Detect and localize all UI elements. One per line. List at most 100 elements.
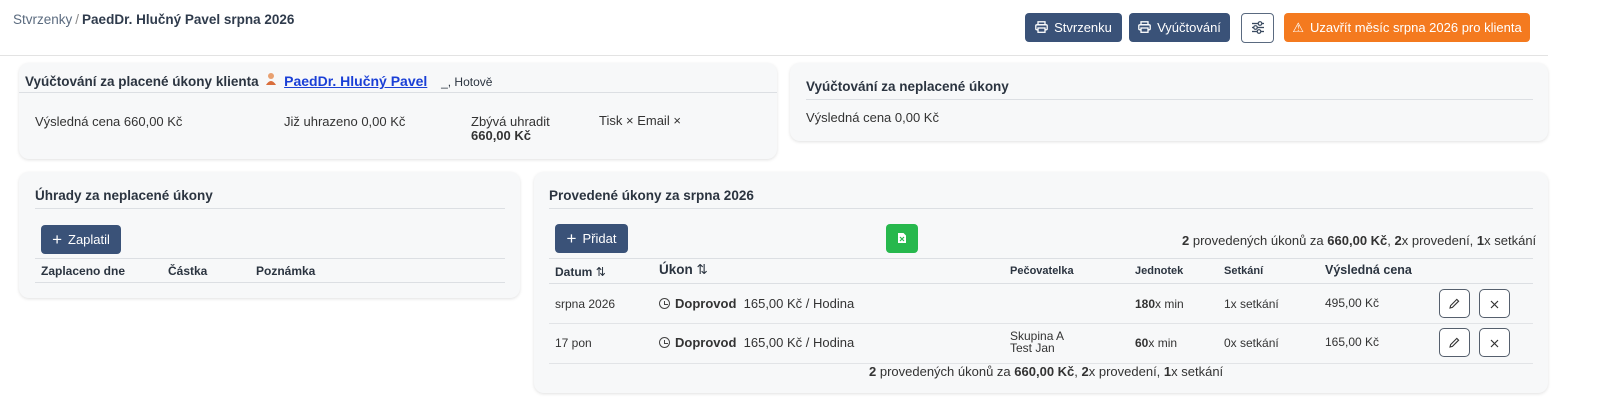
row-service-name: Doprovod [675,296,737,311]
sort-icon[interactable]: ⇅ [596,265,606,279]
remaining-label: Zbývá uhradit [471,114,550,129]
summary-performed: 2 [1394,233,1402,248]
add-service-label: Přidat [582,231,617,246]
edit-button[interactable] [1439,328,1470,357]
print-billing-button[interactable]: Vyúčtování [1129,13,1230,42]
summary-price: 660,00 Kč [1014,364,1075,379]
row-units-unit: x min [1148,336,1178,350]
paid-billing-title: Vyúčtování za placené úkony klienta Paed… [25,72,492,89]
payments-title: Úhrady za neplacené úkony [35,188,213,203]
column-header-total: Výsledná cena [1325,263,1412,277]
delete-button[interactable] [1479,289,1510,318]
email-option[interactable]: Email [637,113,670,128]
summary-text: provedených úkonů za [876,364,1015,379]
settings-button[interactable] [1241,13,1274,43]
payments-card: Úhrady za neplacené úkony + Zaplatil Zap… [19,172,520,298]
row-total: 495,00 Kč [1325,296,1380,310]
unpaid-billing-card: Vyúčtování za neplacené úkony Výsledná c… [790,63,1548,141]
column-header-date-label: Datum [555,265,593,279]
column-header-service[interactable]: Úkon ⇅ [659,262,708,278]
divider [19,92,777,93]
close-month-button[interactable]: ⚠ Uzavřít měsíc srpna 2026 pro klienta [1284,13,1530,42]
column-header-meetings: Setkání [1224,265,1264,277]
paid-billing-title-text: Vyúčtování za placené úkony klienta [25,74,259,89]
breadcrumb-link-receipts[interactable]: Stvrzenky [13,12,72,27]
summary-text: x provedení, [1401,233,1477,248]
breadcrumb: Stvrzenky / PaedDr. Hlučný Pavel srpna 202… [13,12,294,27]
row-service: Doprovod 165,00 Kč / Hodina [659,335,854,350]
print-billing-label: Vyúčtování [1157,20,1221,35]
services-summary-bottom: 2 provedených úkonů za 660,00 Kč, 2x pro… [869,364,1223,379]
spreadsheet-icon [897,232,907,246]
row-units: 180x min [1135,297,1184,311]
plus-icon: + [566,229,577,248]
pencil-icon [1449,336,1460,350]
edit-button[interactable] [1439,289,1470,318]
export-excel-button[interactable] [886,224,918,253]
add-payment-label: Zaplatil [68,232,110,247]
table-divider [35,282,505,283]
table-divider [35,258,505,259]
payment-type: _, Hotově [441,75,493,89]
row-units-number: 60 [1135,336,1149,350]
divider [806,99,1533,100]
row-service: Doprovod 165,00 Kč / Hodina [659,296,854,311]
client-name-link[interactable]: PaedDr. Hlučný Pavel [284,73,427,89]
clock-icon [659,337,670,348]
row-units-unit: x min [1155,297,1184,311]
close-icon [1490,297,1499,311]
row-service-rate: 165,00 Kč / Hodina [743,296,855,311]
printer-icon [1138,20,1151,35]
paid-billing-card: Vyúčtování za placené úkony klienta Paed… [19,63,777,159]
summary-text: x setkání [1484,233,1537,248]
add-payment-button[interactable]: + Zaplatil [41,225,121,254]
sliders-icon [1251,20,1265,36]
export-options: Tisk × Email × [599,113,681,128]
row-meetings: 1x setkání [1224,297,1279,311]
column-header-service-label: Úkon [659,262,693,277]
summary-text: , [1074,364,1082,379]
row-date: srpna 2026 [555,297,616,311]
plus-icon: + [52,230,62,249]
breadcrumb-current: PaedDr. Hlučný Pavel srpna 2026 [82,12,295,27]
summary-price: 660,00 Kč [1327,233,1388,248]
print-remove-icon[interactable]: × [626,113,634,128]
row-caregiver-2: Test Jan [1010,341,1055,355]
row-units-number: 180 [1135,297,1156,311]
table-row: 17 pon Doprovod 165,00 Kč / Hodina Skupi… [549,324,1533,364]
services-card: Provedené úkony za srpna 2026 + Přidat 2… [534,172,1548,393]
printer-icon [1035,20,1048,35]
column-header-note: Poznámka [256,264,316,278]
breadcrumb-separator: / [75,12,80,27]
paid-already-paid: Již uhrazeno 0,00 Kč [284,114,406,129]
person-icon [264,72,278,89]
unpaid-billing-title: Vyúčtování za neplacené úkony [806,79,1009,94]
clock-icon [659,298,670,309]
print-receipt-button[interactable]: Stvrzenku [1025,13,1122,42]
services-title: Provedené úkony za srpna 2026 [549,188,754,203]
top-bar: Stvrzenky / PaedDr. Hlučný Pavel srpna 202… [0,0,1548,56]
summary-text: , [1387,233,1395,248]
row-units: 60x min [1135,336,1177,350]
email-remove-icon[interactable]: × [673,113,681,128]
add-service-button[interactable]: + Přidat [555,224,628,253]
row-service-rate: 165,00 Kč / Hodina [743,335,855,350]
services-summary-top: 2 provedených úkonů za 660,00 Kč, 2x pro… [1182,233,1536,248]
warning-icon: ⚠ [1292,20,1304,35]
summary-text: x setkání [1171,364,1224,379]
row-caregiver: Skupina A Test Jan [1010,330,1064,354]
summary-performed: 2 [1081,364,1089,379]
close-month-label: Uzavřít měsíc srpna 2026 pro klienta [1309,20,1522,35]
print-receipt-label: Stvrzenku [1054,20,1112,35]
paid-total-price: Výsledná cena 660,00 Kč [35,114,183,129]
divider [549,208,1533,209]
sort-icon[interactable]: ⇅ [697,262,708,277]
print-option[interactable]: Tisk [599,113,622,128]
column-header-units: Jednotek [1135,265,1184,277]
delete-button[interactable] [1479,328,1510,357]
column-header-date[interactable]: Datum ⇅ [555,265,606,279]
column-header-amount: Částka [168,264,208,278]
close-icon [1490,336,1499,350]
row-total: 165,00 Kč [1325,335,1380,349]
table-divider [549,258,1533,259]
